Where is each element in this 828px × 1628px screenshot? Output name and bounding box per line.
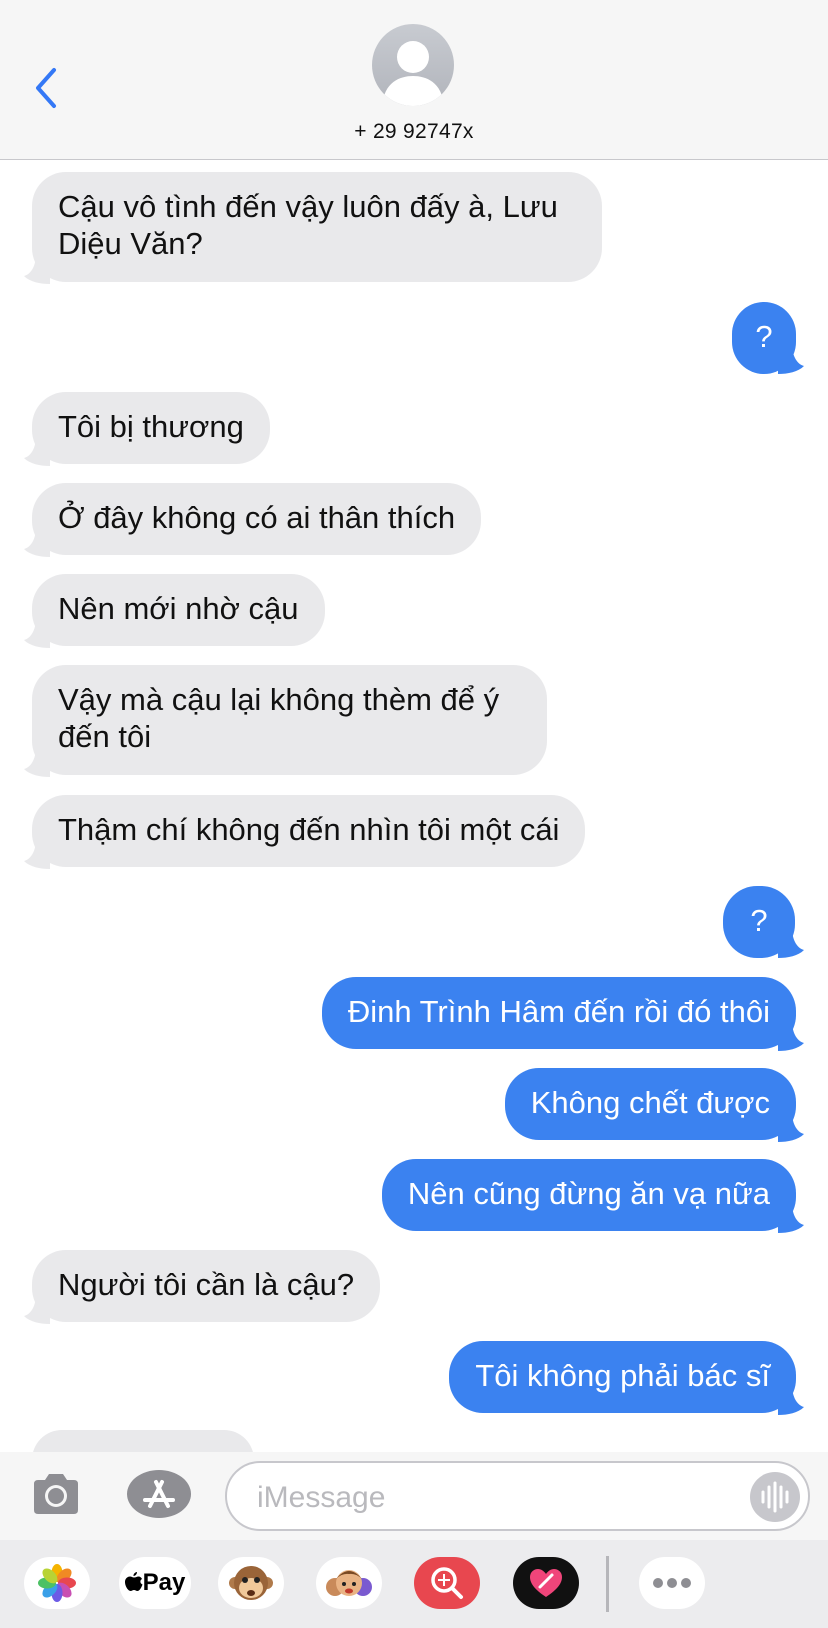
message-text: Cậu vô tình đến vậy luôn đấy à, Lưu Diệu… [58, 189, 558, 261]
bubble-tail [778, 1112, 804, 1142]
message-text: ? [750, 903, 768, 938]
composer-bar: iMessage [0, 1452, 828, 1540]
message-text: Thậm chí không đến nhìn tôi một cái [58, 812, 560, 847]
memoji-monkey-icon [229, 1566, 273, 1600]
back-chevron-icon[interactable] [30, 66, 66, 110]
incoming-message[interactable]: Người tôi cần là cậu? [32, 1250, 381, 1322]
bubble-tail [24, 254, 50, 284]
memoji-monkey-button[interactable] [218, 1557, 284, 1609]
outgoing-message[interactable]: Tôi không phải bác sĩ [449, 1341, 796, 1413]
bubble-tail [24, 1294, 50, 1324]
message-text: Nên mới nhờ cậu [58, 591, 299, 626]
contact-avatar[interactable] [372, 24, 454, 106]
outgoing-message[interactable]: Nên cũng đừng ăn vạ nữa [381, 1159, 796, 1231]
image-search-icon [431, 1567, 463, 1599]
camera-icon[interactable] [30, 1470, 82, 1518]
message-text: Vậy mà cậu lại không thèm để ý đến tôi [58, 682, 500, 754]
message-text: Đinh Trình Hâm đến rồi đó thôi [347, 994, 770, 1029]
outgoing-message[interactable]: Đinh Trình Hâm đến rồi đó thôi [321, 977, 796, 1049]
waveform-icon [761, 1481, 789, 1513]
bubble-tail [24, 527, 50, 557]
message-text: ? [755, 319, 773, 354]
more-apps-button[interactable] [639, 1557, 705, 1609]
incoming-message[interactable]: Thậm chí không đến nhìn tôi một cái [32, 795, 586, 867]
message-text: Tôi bị thương [58, 409, 244, 444]
app-store-icon [143, 1480, 175, 1508]
digital-touch-button[interactable] [513, 1557, 579, 1609]
bubble-tail [778, 344, 804, 374]
message-text: Nên cũng đừng ăn vạ nữa [407, 1176, 770, 1211]
outgoing-message[interactable]: Không chết được [504, 1068, 796, 1140]
message-text: Tôi không phải bác sĩ [475, 1358, 770, 1393]
message-text: Ở đây không có ai thân thích [58, 500, 456, 535]
message-text: Không chết được [530, 1085, 770, 1120]
bubble-tail [778, 1021, 804, 1051]
bubble-tail [778, 1385, 804, 1415]
incoming-message[interactable]: Nên mới nhờ cậu [32, 574, 325, 646]
photos-app-button[interactable] [24, 1557, 90, 1609]
memoji-group-icon [326, 1570, 372, 1596]
message-text: Người tôi cần là cậu? [58, 1267, 355, 1302]
incoming-message-partial[interactable] [32, 1430, 254, 1452]
image-search-button[interactable] [414, 1557, 480, 1609]
bubble-tail [24, 747, 50, 777]
message-input[interactable]: iMessage [225, 1461, 810, 1531]
conversation-header: + 29 92747x [0, 0, 828, 160]
bubble-tail [778, 928, 804, 958]
bubble-tail [24, 618, 50, 648]
message-thread: Cậu vô tình đến vậy luôn đấy à, Lưu Diệu… [0, 160, 828, 1452]
bubble-tail [778, 1203, 804, 1233]
incoming-message[interactable]: Ở đây không có ai thân thích [32, 483, 482, 555]
memoji-stickers-button[interactable] [316, 1557, 382, 1609]
incoming-message[interactable]: Tôi bị thương [32, 392, 270, 464]
message-input-placeholder: iMessage [257, 1481, 386, 1514]
incoming-message[interactable]: Vậy mà cậu lại không thèm để ý đến tôi [32, 665, 547, 775]
bubble-tail [24, 436, 50, 466]
imessage-app-strip: Pay [0, 1540, 828, 1628]
app-strip-divider [606, 1556, 609, 1612]
incoming-message[interactable]: Cậu vô tình đến vậy luôn đấy à, Lưu Diệu… [32, 172, 602, 282]
digital-touch-icon [530, 1569, 562, 1597]
person-silhouette-icon [382, 41, 444, 106]
audio-message-button[interactable] [750, 1472, 800, 1522]
photos-icon [38, 1564, 76, 1602]
more-icon [653, 1578, 691, 1588]
bubble-tail [24, 839, 50, 869]
app-store-button[interactable] [127, 1470, 191, 1518]
apple-pay-button[interactable]: Pay [119, 1557, 191, 1609]
apple-logo-icon [124, 1572, 143, 1591]
apple-pay-label: Pay [142, 1569, 186, 1596]
contact-name[interactable]: + 29 92747x [0, 120, 828, 144]
